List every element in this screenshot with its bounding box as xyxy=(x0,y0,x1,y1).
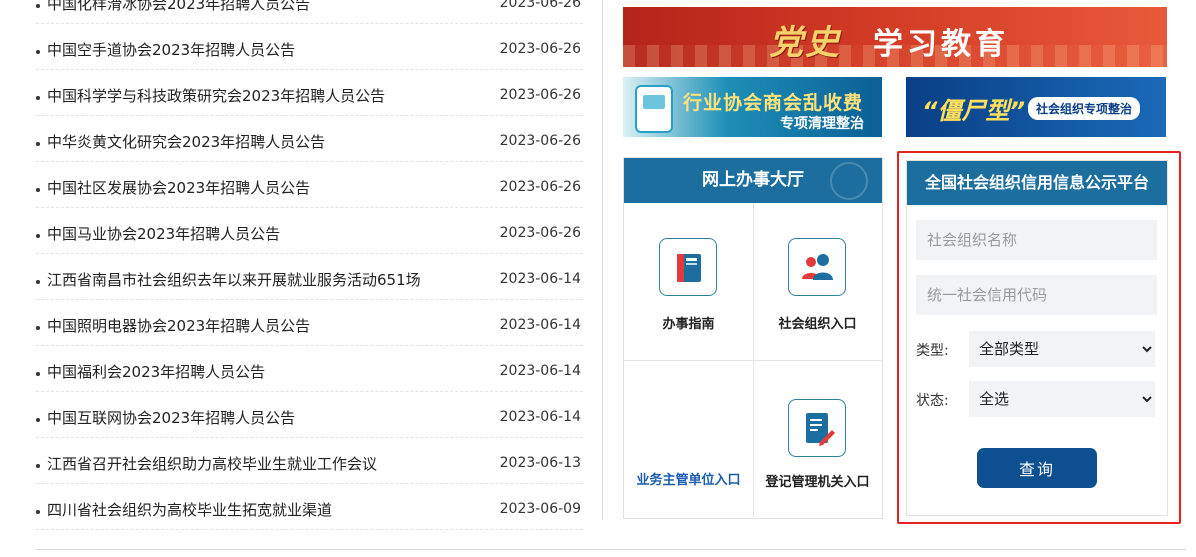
news-title-link[interactable]: 中国空手道协会2023年招聘人员公告 xyxy=(47,39,295,60)
news-title-link[interactable]: 江西省召开社会组织助力高校毕业生就业工作会议 xyxy=(47,453,377,474)
news-title-link[interactable]: 中国互联网协会2023年招聘人员公告 xyxy=(47,407,295,428)
supervisor-unit-label: 业务主管单位入口 xyxy=(636,473,741,488)
type-label: 类型: xyxy=(916,343,949,359)
news-item: 中国科学学与科技政策研究会2023年招聘人员公告 2023-06-26 xyxy=(36,70,583,116)
banner-title-highlight: 党史 xyxy=(769,23,841,63)
bullet-icon xyxy=(36,234,40,238)
news-list: 中国化样滑冰协会2023年招聘人员公告 2023-06-26 中国空手道协会20… xyxy=(36,0,583,530)
hall-title: 网上办事大厅 xyxy=(702,170,804,190)
news-date: 2023-06-13 xyxy=(499,455,581,471)
bullet-icon xyxy=(36,142,40,146)
bullet-icon xyxy=(36,280,40,284)
organization-name-input[interactable] xyxy=(916,220,1157,260)
bullet-icon xyxy=(36,418,40,422)
registration-authority-label: 登记管理机关入口 xyxy=(765,475,870,490)
banner-title: 学习教育 xyxy=(873,27,1009,62)
news-item: 中国福利会2023年招聘人员公告 2023-06-14 xyxy=(36,346,583,392)
news-date: 2023-06-09 xyxy=(499,501,581,517)
news-title-link[interactable]: 四川省社会组织为高校毕业生拓宽就业渠道 xyxy=(47,499,332,520)
credit-platform-panel: 全国社会组织信用信息公示平台 类型: 全部类型 状态: 全选 查询 xyxy=(897,151,1181,524)
service-guide-label: 办事指南 xyxy=(662,317,715,332)
news-title-link[interactable]: 中国化样滑冰协会2023年招聘人员公告 xyxy=(47,0,310,14)
status-select[interactable]: 全选 xyxy=(969,381,1155,417)
news-date: 2023-06-26 xyxy=(499,179,581,195)
fee-rectification-banner[interactable]: 行业协会商会乱收费 专项清理整治 xyxy=(623,77,882,137)
news-title-link[interactable]: 中国社区发展协会2023年招聘人员公告 xyxy=(47,177,310,198)
news-item: 中国马业协会2023年招聘人员公告 2023-06-26 xyxy=(36,208,583,254)
credit-platform-title: 全国社会组织信用信息公示平台 xyxy=(907,161,1167,205)
bullet-icon xyxy=(36,464,40,468)
document-edit-icon xyxy=(788,399,846,457)
news-item: 中国空手道协会2023年招聘人员公告 2023-06-26 xyxy=(36,24,583,70)
news-date: 2023-06-14 xyxy=(499,271,581,287)
banner-subtitle: 社会组织专项整治 xyxy=(1028,97,1141,120)
supervisor-unit-entry[interactable]: 业务主管单位入口 xyxy=(624,361,753,519)
news-item: 中国化样滑冰协会2023年招聘人员公告 2023-06-26 xyxy=(36,0,583,24)
banner-title: 行业协会商会乱收费 xyxy=(683,92,864,114)
service-guide-entry[interactable]: 办事指南 xyxy=(624,203,753,361)
credit-form: 全国社会组织信用信息公示平台 类型: 全部类型 状态: 全选 查询 xyxy=(906,160,1168,516)
footer-divider xyxy=(36,549,1186,550)
news-date: 2023-06-26 xyxy=(499,133,581,149)
news-item: 四川省社会组织为高校毕业生拓宽就业渠道 2023-06-09 xyxy=(36,484,583,530)
party-history-banner[interactable]: 党史 学习教育 xyxy=(623,7,1167,67)
zombie-organization-banner[interactable]: “僵尸型” 社会组织专项整治 xyxy=(906,77,1166,137)
news-title-link[interactable]: 中国照明电器协会2023年招聘人员公告 xyxy=(47,315,310,336)
hall-grid: 办事指南 社会组织入口 业务主管单位入口 登记管理机关入口 xyxy=(624,203,882,519)
news-title-link[interactable]: 中国福利会2023年招聘人员公告 xyxy=(47,361,265,382)
users-icon xyxy=(788,238,846,296)
book-icon xyxy=(659,238,717,296)
news-date: 2023-06-26 xyxy=(499,0,581,11)
news-item: 中国照明电器协会2023年招聘人员公告 2023-06-14 xyxy=(36,300,583,346)
registration-authority-entry[interactable]: 登记管理机关入口 xyxy=(753,361,882,519)
news-title-link[interactable]: 中华炎黄文化研究会2023年招聘人员公告 xyxy=(47,131,325,152)
banner-title: “僵尸型” xyxy=(922,97,1025,125)
bullet-icon xyxy=(36,372,40,376)
hall-header: 网上办事大厅 xyxy=(624,158,882,203)
globe-icon xyxy=(830,162,868,200)
type-select[interactable]: 全部类型 xyxy=(969,331,1155,367)
news-date: 2023-06-26 xyxy=(499,225,581,241)
news-date: 2023-06-26 xyxy=(499,41,581,57)
news-title-link[interactable]: 中国马业协会2023年招聘人员公告 xyxy=(47,223,280,244)
news-date: 2023-06-14 xyxy=(499,409,581,425)
news-item: 中国社区发展协会2023年招聘人员公告 2023-06-26 xyxy=(36,162,583,208)
online-service-hall: 网上办事大厅 办事指南 社会组织入口 业务主管单位入口 登记管理机关入口 xyxy=(623,157,883,519)
bullet-icon xyxy=(36,510,40,514)
bullet-icon xyxy=(36,188,40,192)
news-date: 2023-06-14 xyxy=(499,317,581,333)
status-label: 状态: xyxy=(916,393,949,409)
query-button[interactable]: 查询 xyxy=(977,448,1097,488)
news-item: 江西省召开社会组织助力高校毕业生就业工作会议 2023-06-13 xyxy=(36,438,583,484)
news-title-link[interactable]: 江西省南昌市社会组织去年以来开展就业服务活动651场 xyxy=(47,269,421,290)
banner-subtitle: 专项清理整治 xyxy=(780,116,864,132)
organization-entry-label: 社会组织入口 xyxy=(778,317,857,332)
bullet-icon xyxy=(36,326,40,330)
phone-icon xyxy=(635,85,673,133)
organization-entry[interactable]: 社会组织入口 xyxy=(753,203,882,361)
bullet-icon xyxy=(36,96,40,100)
news-item: 中国互联网协会2023年招聘人员公告 2023-06-14 xyxy=(36,392,583,438)
news-date: 2023-06-14 xyxy=(499,363,581,379)
credit-code-input[interactable] xyxy=(916,275,1157,315)
bullet-icon xyxy=(36,50,40,54)
news-title-link[interactable]: 中国科学学与科技政策研究会2023年招聘人员公告 xyxy=(47,85,385,106)
news-date: 2023-06-26 xyxy=(499,87,581,103)
bullet-icon xyxy=(36,4,40,8)
column-divider xyxy=(602,0,603,520)
news-item: 中华炎黄文化研究会2023年招聘人员公告 2023-06-26 xyxy=(36,116,583,162)
news-item: 江西省南昌市社会组织去年以来开展就业服务活动651场 2023-06-14 xyxy=(36,254,583,300)
